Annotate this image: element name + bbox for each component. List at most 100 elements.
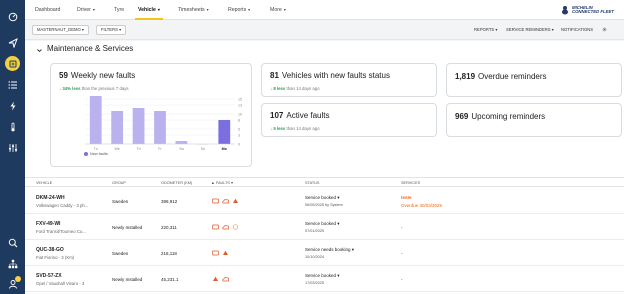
active-faults-count: 107	[270, 111, 284, 120]
account-select[interactable]: MASTERNAUT_DEMO ▾	[32, 25, 90, 35]
reports-label: REPORTS	[474, 27, 495, 32]
nav-more[interactable]: More ▾	[270, 0, 286, 20]
vehicle-model: Volkswagen Caddy - 3 ph...	[36, 203, 89, 208]
bar	[111, 111, 124, 144]
table-row[interactable]: SVD-57-ZX Opel / Vauxhall Vivaro - 3 Newly…	[25, 266, 624, 292]
delta-suffix: than 14 days ago	[286, 86, 320, 91]
legend-dot	[84, 152, 88, 156]
column-services[interactable]: SERVICES	[401, 178, 420, 188]
settings-gear-icon[interactable]	[602, 25, 607, 35]
filters-button[interactable]: FILTERS ▾	[96, 25, 127, 35]
navigation-icon[interactable]	[3, 34, 22, 51]
dashboard-icon[interactable]	[3, 8, 22, 25]
legend-label: New faults	[90, 152, 108, 156]
vehicles-faults-delta: ↓ 8 less than 14 days ago	[270, 86, 320, 91]
chevron-down-icon: ▾	[92, 7, 95, 12]
michelin-logo: MICHELIN CONNECTED FLEET	[560, 5, 614, 15]
notification-badge	[15, 276, 21, 282]
status-text: Service booked	[305, 273, 337, 278]
status-date: 17/03/2025	[305, 281, 325, 285]
upcoming-count: 969	[455, 112, 469, 121]
upcoming-reminders-card[interactable]: 969 Upcoming reminders	[446, 103, 622, 137]
maintenance-icon[interactable]	[3, 55, 22, 72]
column-faults[interactable]: ▲ FAULTS ▾	[211, 178, 233, 188]
main-content: Maintenance & Services 59 Weekly new faul…	[25, 41, 624, 294]
chevron-down-icon: ▾	[351, 247, 355, 252]
delta-value: 5 less	[273, 126, 286, 131]
fault-icons[interactable]	[212, 250, 229, 256]
chevron-down-icon: ▾	[337, 221, 340, 226]
nav-dashboard[interactable]: Dashboard	[35, 0, 60, 20]
fault-icons[interactable]	[212, 276, 229, 282]
service-status[interactable]: Service booked ▾	[305, 195, 340, 201]
table-row[interactable]: DKM-24-WH Volkswagen Caddy - 3 ph... Swede…	[25, 188, 624, 214]
michelin-man-icon	[561, 6, 568, 15]
active-faults-card[interactable]: 107 Active faults ↓ 5 less than 14 days a…	[261, 103, 437, 137]
x-tick-label: Tu	[94, 147, 98, 151]
status-date: 07/01/2025	[305, 229, 325, 233]
status-text: Service needs booking	[305, 247, 351, 252]
tyre-warning-icon	[232, 224, 239, 230]
service-reminders-label: SERVICE REMINDERS	[506, 27, 551, 32]
notifications-label: NOTIFICATIONS	[561, 27, 594, 32]
nav-tyre[interactable]: Tyre	[114, 0, 124, 20]
service-name[interactable]: teste	[401, 195, 412, 200]
column-vehicle[interactable]: VEHICLE	[36, 178, 52, 188]
service-status[interactable]: Service booked ▾	[305, 221, 340, 227]
vehicle-plate[interactable]: FXV-49-WI	[36, 221, 60, 227]
x-tick-label: We	[114, 147, 119, 151]
chevron-down-icon: ▾	[337, 273, 340, 278]
column-group[interactable]: GROUP	[112, 178, 126, 188]
y-tick-label: 0	[238, 142, 240, 146]
x-tick-label: Th	[136, 147, 140, 151]
nav-driver[interactable]: Driver ▾	[77, 0, 95, 20]
vehicles-faults-card[interactable]: 81 Vehicles with new faults status ↓ 8 le…	[261, 63, 437, 97]
notifications-button[interactable]: NOTIFICATIONS	[561, 25, 593, 35]
status-date: 10/10/2024	[305, 255, 325, 259]
vehicle-plate[interactable]: DKM-24-WH	[36, 195, 65, 201]
service-status[interactable]: Service needs booking ▾	[305, 247, 354, 253]
search-icon[interactable]	[3, 234, 22, 251]
delta-value: 34% less	[62, 86, 81, 91]
vehicle-plate[interactable]: SVD-57-ZX	[36, 273, 62, 279]
weekly-faults-card[interactable]: 59 Weekly new faults ↓ 34% less than the …	[50, 63, 252, 167]
sidebar	[0, 0, 25, 294]
chevron-down-icon: ▾	[248, 7, 251, 12]
nav-label: Dashboard	[35, 7, 61, 13]
nav-reports[interactable]: Reports ▾	[228, 0, 250, 20]
user-icon[interactable]	[3, 275, 22, 292]
table-header: VEHICLE GROUP ODOMETER (KM) ▲ FAULTS ▾ S…	[25, 177, 624, 187]
active-faults-label: Active faults	[286, 111, 330, 120]
vehicles-faults-label: Vehicles with new faults status	[281, 71, 390, 80]
hierarchy-icon[interactable]	[3, 255, 22, 272]
list-icon[interactable]	[3, 76, 22, 93]
column-status[interactable]: STATUS	[305, 178, 319, 188]
collapse-chevron-icon[interactable]	[37, 48, 42, 53]
lightning-icon[interactable]	[3, 97, 22, 114]
vehicle-plate[interactable]: QUC-38-GO	[36, 247, 64, 253]
fault-icons[interactable]	[212, 198, 239, 204]
column-odometer[interactable]: ODOMETER (KM)	[161, 178, 192, 188]
chevron-down-icon: ▾	[157, 7, 160, 12]
table-row[interactable]: FXV-49-WI Ford Transit/Tourneo Cu... Newly…	[25, 214, 624, 240]
y-tick-label: 3	[238, 133, 240, 137]
table-row[interactable]: QUC-38-GO Fiat Fiorino - 3 (Km) Sweden 218,…	[25, 240, 624, 266]
logo-line2: CONNECTED FLEET	[571, 9, 614, 14]
vehicles-faults-count: 81	[270, 71, 279, 80]
service-status[interactable]: Service booked ▾	[305, 273, 340, 279]
status-date: 06/05/2025 by System	[305, 203, 343, 207]
thermometer-icon[interactable]	[3, 118, 22, 135]
nav-label: Vehicle	[138, 7, 156, 13]
vehicle-odometer: 220,311	[161, 225, 177, 230]
toolbar: MASTERNAUT_DEMO ▾ FILTERS ▾ REPORTS ▾ SE…	[25, 20, 624, 40]
service-reminders-button[interactable]: SERVICE REMINDERS ▾	[506, 25, 554, 35]
fault-icons[interactable]	[212, 224, 239, 230]
nav-vehicle[interactable]: Vehicle ▾	[135, 0, 163, 20]
reports-button[interactable]: REPORTS ▾	[474, 25, 497, 35]
vehicle-odometer: 218,118	[161, 251, 177, 256]
overdue-reminders-card[interactable]: 1,819 Overdue reminders	[446, 63, 622, 97]
nav-timesheets[interactable]: Timesheets ▾	[178, 0, 209, 20]
chevron-down-icon: ▾	[495, 27, 498, 32]
sort-up-icon: ▲	[211, 181, 215, 185]
sliders-icon[interactable]	[3, 139, 22, 156]
